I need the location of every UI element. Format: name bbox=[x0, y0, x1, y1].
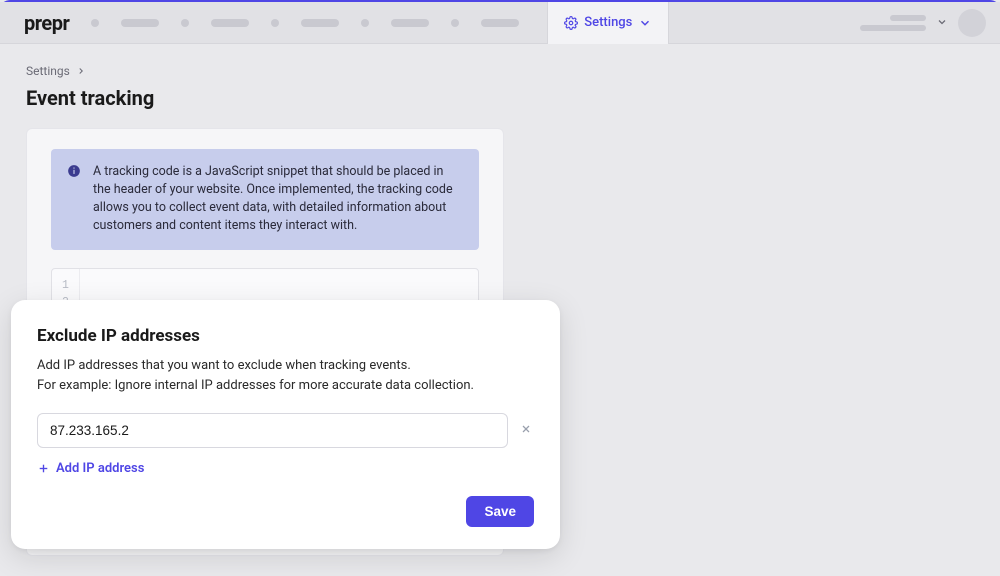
save-button[interactable]: Save bbox=[466, 496, 534, 527]
nav-placeholder-icon bbox=[361, 19, 369, 27]
user-menu[interactable] bbox=[860, 9, 986, 37]
nav-tab-settings[interactable]: Settings bbox=[547, 2, 669, 44]
nav-placeholder-icon bbox=[451, 19, 459, 27]
modal-title: Exclude IP addresses bbox=[37, 326, 534, 346]
logo: prepr bbox=[24, 11, 69, 35]
nav-placeholder-item bbox=[301, 19, 339, 27]
nav-placeholder-item bbox=[391, 19, 429, 27]
topbar: prepr Settings bbox=[0, 2, 1000, 44]
gear-icon bbox=[564, 16, 578, 30]
page-title: Event tracking bbox=[26, 86, 974, 110]
nav-placeholder-icon bbox=[181, 19, 189, 27]
ip-input[interactable] bbox=[37, 413, 508, 448]
nav-skeleton-group bbox=[91, 19, 519, 27]
nav-placeholder-icon bbox=[91, 19, 99, 27]
plus-icon bbox=[37, 462, 50, 475]
add-ip-button[interactable]: Add IP address bbox=[37, 461, 144, 476]
info-icon bbox=[67, 164, 81, 178]
info-banner: A tracking code is a JavaScript snippet … bbox=[51, 149, 479, 250]
exclude-ip-modal: Exclude IP addresses Add IP addresses th… bbox=[11, 300, 560, 549]
logo-text: prepr bbox=[24, 11, 69, 35]
add-ip-label: Add IP address bbox=[56, 461, 144, 476]
chevron-down-icon bbox=[638, 16, 652, 30]
nav-tab-settings-label: Settings bbox=[584, 15, 632, 30]
remove-ip-button[interactable] bbox=[518, 423, 534, 439]
nav-placeholder-item bbox=[211, 19, 249, 27]
user-name-placeholder bbox=[860, 15, 926, 31]
chevron-right-icon bbox=[76, 66, 86, 76]
breadcrumb-root[interactable]: Settings bbox=[26, 64, 70, 78]
nav-placeholder-icon bbox=[271, 19, 279, 27]
avatar[interactable] bbox=[958, 9, 986, 37]
nav-placeholder-item bbox=[121, 19, 159, 27]
close-icon bbox=[520, 423, 532, 435]
ip-row bbox=[37, 413, 534, 448]
info-text: A tracking code is a JavaScript snippet … bbox=[93, 163, 463, 236]
chevron-down-icon bbox=[936, 13, 948, 32]
modal-description: Add IP addresses that you want to exclud… bbox=[37, 356, 534, 395]
nav-placeholder-item bbox=[481, 19, 519, 27]
breadcrumb: Settings bbox=[26, 64, 974, 78]
